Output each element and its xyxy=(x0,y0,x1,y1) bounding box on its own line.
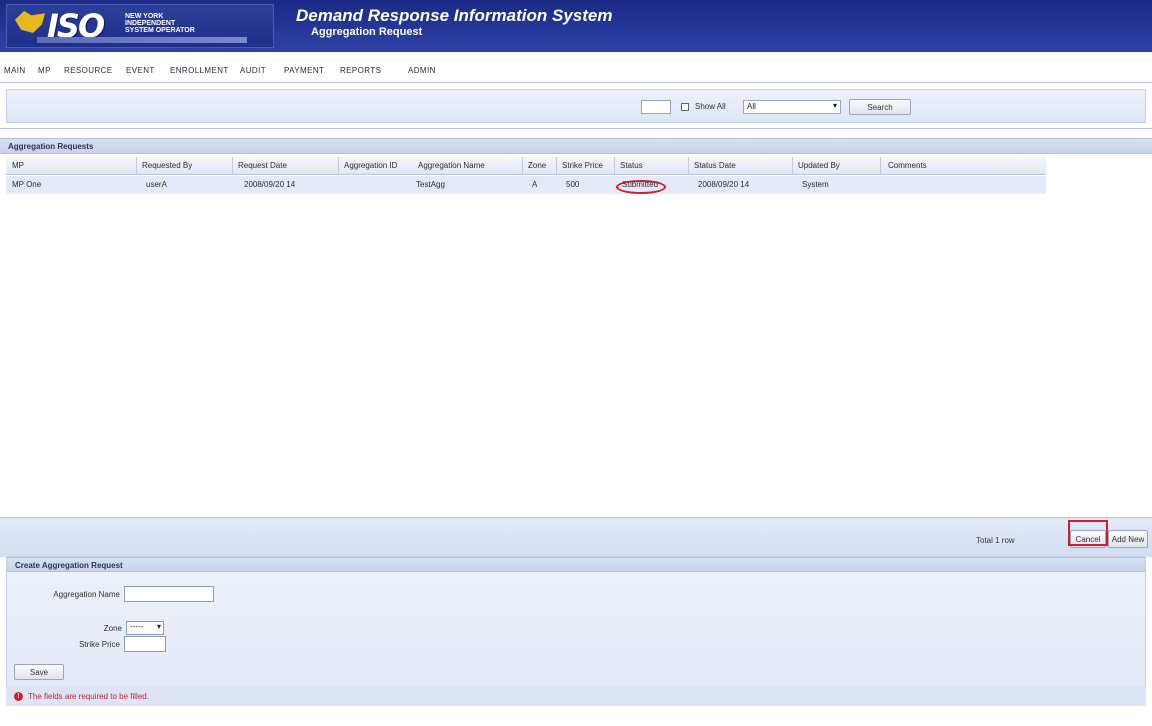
validation-bar xyxy=(6,686,1146,706)
status-select[interactable]: All ▾ xyxy=(743,100,841,114)
column-header-aggregation-id[interactable]: Aggregation ID xyxy=(344,161,397,170)
column-separator xyxy=(880,157,881,175)
app-window: ISO NEW YORK INDEPENDENT SYSTEM OPERATOR… xyxy=(0,0,1152,726)
main-menu: MAIN MP RESOURCE EVENT ENROLLMENT AUDIT … xyxy=(0,64,1152,80)
column-header-status-date[interactable]: Status Date xyxy=(694,161,736,170)
logo-words: NEW YORK INDEPENDENT SYSTEM OPERATOR xyxy=(125,13,195,34)
column-header-requested-by[interactable]: Requested By xyxy=(142,161,192,170)
column-header-mp[interactable]: MP xyxy=(12,161,24,170)
logo-word: SYSTEM OPERATOR xyxy=(125,27,195,34)
create-section-title: Create Aggregation Request xyxy=(15,561,123,570)
column-separator xyxy=(556,157,557,175)
aggregation-name-label: Aggregation Name xyxy=(53,590,120,599)
column-header-status[interactable]: Status xyxy=(620,161,643,170)
aggregation-name-input[interactable] xyxy=(124,586,214,602)
cell-aggregation-name: TestAgg xyxy=(416,180,445,189)
menu-item-resource[interactable]: RESOURCE xyxy=(64,66,113,75)
grid-section-title: Aggregation Requests xyxy=(8,142,94,151)
strike-price-input[interactable] xyxy=(124,636,166,652)
chevron-down-icon: ▾ xyxy=(156,622,161,631)
zone-label: Zone xyxy=(103,624,122,633)
column-header-aggregation-name[interactable]: Aggregation Name xyxy=(418,161,485,170)
logo-tagline-bar xyxy=(37,37,247,43)
cell-zone: A xyxy=(532,180,538,189)
validation-message: The fields are required to be filled. xyxy=(28,692,149,701)
zone-select-value: ----- xyxy=(130,622,144,631)
menu-item-enrollment[interactable]: ENROLLMENT xyxy=(170,66,229,75)
page-subtitle: Aggregation Request xyxy=(311,26,423,38)
menu-item-admin[interactable]: ADMIN xyxy=(408,66,436,75)
column-separator xyxy=(688,157,689,175)
column-header-strike-price[interactable]: Strike Price xyxy=(562,161,603,170)
column-separator xyxy=(338,157,339,175)
column-header-updated-by[interactable]: Updated By xyxy=(798,161,840,170)
show-all-checkbox[interactable] xyxy=(681,103,689,111)
column-header-zone[interactable]: Zone xyxy=(528,161,546,170)
cell-strike-price: 500 xyxy=(566,180,580,189)
filter-divider xyxy=(0,128,1152,129)
filter-input[interactable] xyxy=(641,100,671,114)
menu-item-audit[interactable]: AUDIT xyxy=(240,66,266,75)
menu-divider xyxy=(0,82,1152,83)
chevron-down-icon: ▾ xyxy=(832,101,837,110)
menu-item-payment[interactable]: PAYMENT xyxy=(284,66,324,75)
column-separator xyxy=(232,157,233,175)
column-separator xyxy=(614,157,615,175)
column-separator xyxy=(136,157,137,175)
logo-word: INDEPENDENT xyxy=(125,20,176,27)
logo-word: NEW YORK xyxy=(125,13,164,20)
cell-request-date: 2008/09/20 14 xyxy=(244,180,296,189)
add-new-button[interactable]: Add New xyxy=(1108,530,1148,548)
menu-item-mp[interactable]: MP xyxy=(38,66,51,75)
zone-select[interactable]: ----- ▾ xyxy=(126,621,164,635)
pager-bar: Total 1 row Cancel Add New xyxy=(0,517,1152,557)
column-header-request-date[interactable]: Request Date xyxy=(238,161,287,170)
column-header-comments[interactable]: Comments xyxy=(888,161,927,170)
state-outline-icon xyxy=(15,11,45,33)
create-section-header: Create Aggregation Request xyxy=(7,557,1145,572)
nyiso-logo: ISO NEW YORK INDEPENDENT SYSTEM OPERATOR xyxy=(6,4,274,48)
show-all-label: Show All xyxy=(695,102,726,111)
cell-requested-by: userA xyxy=(146,180,167,189)
search-button[interactable]: Search xyxy=(849,99,911,115)
menu-item-main[interactable]: MAIN xyxy=(4,66,26,75)
cell-mp: MP One xyxy=(12,180,42,189)
status-select-value: All xyxy=(747,102,756,111)
filter-panel: Show All All ▾ Search xyxy=(6,89,1146,123)
table-row[interactable]: MP One userA 2008/09/20 14 TestAgg A 500… xyxy=(6,176,1046,194)
save-button[interactable]: Save xyxy=(14,664,64,680)
warning-icon: ! xyxy=(14,692,23,701)
header-banner: ISO NEW YORK INDEPENDENT SYSTEM OPERATOR… xyxy=(0,0,1152,52)
column-separator xyxy=(522,157,523,175)
row-count-text: Total 1 row xyxy=(976,536,1015,545)
status-highlight-circle xyxy=(616,180,666,194)
cell-status-date: 2008/09/20 14 xyxy=(698,180,750,189)
menu-item-reports[interactable]: REPORTS xyxy=(340,66,381,75)
cell-updated-by: System xyxy=(802,180,829,189)
create-request-panel: Create Aggregation Request xyxy=(6,556,1146,706)
menu-item-event[interactable]: EVENT xyxy=(126,66,155,75)
column-separator xyxy=(792,157,793,175)
grid-section-header: Aggregation Requests xyxy=(0,138,1152,154)
cancel-highlight-box xyxy=(1068,520,1108,546)
grid-header-row: MP Requested By Request Date Aggregation… xyxy=(6,157,1046,175)
app-title: Demand Response Information System xyxy=(296,6,613,25)
strike-price-label: Strike Price xyxy=(79,640,120,649)
